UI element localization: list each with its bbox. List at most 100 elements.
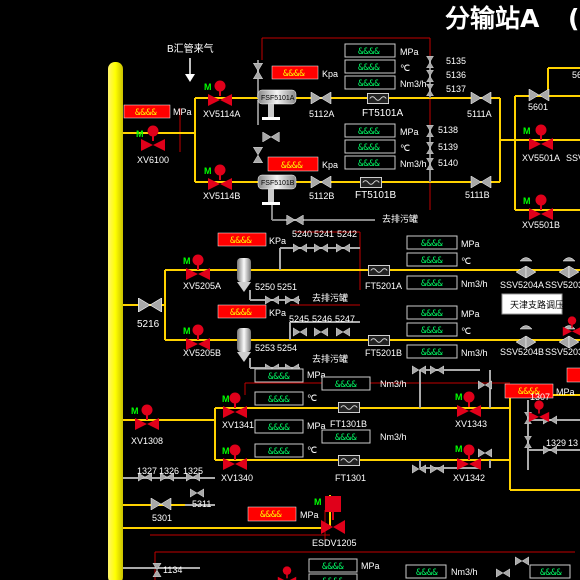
value-b-1: &&&& <box>358 127 380 137</box>
label-ft1301: FT1301 <box>335 473 366 483</box>
unit-5201a-2: ℃ <box>461 256 471 266</box>
label-5247: 5247 <box>335 314 355 324</box>
valve-right-mid[interactable] <box>562 316 580 336</box>
valve-5245[interactable] <box>293 327 307 337</box>
unit-5201b-1: MPa <box>461 309 480 319</box>
valve-bottom-gray-2[interactable] <box>496 568 510 578</box>
valve-drain-b[interactable] <box>286 215 304 225</box>
kpa-value-a: &&&& <box>283 69 305 79</box>
label-56: 56 <box>572 70 580 80</box>
valve-5240[interactable] <box>293 243 307 253</box>
pressure-unit-right: MPa <box>556 387 575 397</box>
flowmeter-ft1301[interactable] <box>338 455 360 466</box>
motor-label-esdv1205: M <box>314 497 322 507</box>
valve-5137[interactable] <box>426 84 434 96</box>
valve-xv6100[interactable] <box>140 125 166 152</box>
main-header-pipe <box>108 62 123 580</box>
value-1340-2: &&&& <box>268 447 290 457</box>
separator-a[interactable] <box>237 258 251 292</box>
valve-5250[interactable] <box>265 295 279 305</box>
valve-5216[interactable] <box>138 298 162 312</box>
motor-label-xv5114a: M <box>204 82 212 92</box>
label-5135: 5135 <box>446 56 466 66</box>
value-1301-flow: &&&& <box>335 433 357 443</box>
value-bottom-4: &&&& <box>540 568 562 578</box>
valve-xv5501b[interactable] <box>528 194 554 221</box>
valve-5111a[interactable] <box>470 92 492 104</box>
tianjin-regulation-button[interactable]: 天津支路调压 <box>501 293 564 315</box>
station-title: 分输站A <box>445 4 540 33</box>
value-a-2: &&&& <box>358 63 380 73</box>
label-xv1343: XV1343 <box>455 419 487 429</box>
flowmeter-ft5201b[interactable] <box>368 335 390 346</box>
valve-drain-a[interactable] <box>262 132 280 142</box>
kpa-unit-5205b: KPa <box>269 308 286 318</box>
label-ssv5203b: SSV5203 <box>545 347 580 357</box>
valve-5247[interactable] <box>336 327 350 337</box>
valve-bottom-red[interactable] <box>277 566 297 580</box>
valve-bottom-gray-1[interactable] <box>515 556 529 566</box>
valve-5140[interactable] <box>426 158 434 170</box>
valve-5135[interactable] <box>426 56 434 68</box>
label-xv5114a: XV5114A <box>203 109 240 119</box>
label-xv5205a: XV5205A <box>183 281 221 291</box>
unit-b-1: MPa <box>400 127 419 137</box>
valve-vent-a[interactable] <box>253 63 263 79</box>
motor-label-xv5501a: M <box>523 126 531 136</box>
valve-1134[interactable] <box>152 563 162 577</box>
valve-5139[interactable] <box>426 142 434 154</box>
label-5245: 5245 <box>289 314 309 324</box>
label-1326: 1326 <box>159 466 179 476</box>
valve-xv5114b[interactable] <box>207 164 233 191</box>
label-13x: 13 <box>568 438 578 448</box>
filter-base-a <box>262 117 280 120</box>
value-5201a-3: &&&& <box>421 279 443 289</box>
drain-label-a: 去排污罐 <box>312 292 348 303</box>
motor-label-xv5501b: M <box>523 196 531 206</box>
valve-5112b[interactable] <box>310 176 332 188</box>
valve-xv5114a[interactable] <box>207 80 233 107</box>
valve-5301[interactable] <box>150 498 172 510</box>
valve-5311[interactable] <box>190 488 204 498</box>
valve-xv5501a[interactable] <box>528 124 554 151</box>
label-ssv5203a: SSV5203 <box>545 280 580 290</box>
motor-label-xv5114b: M <box>204 166 212 176</box>
valve-5246[interactable] <box>314 327 328 337</box>
valve-5251[interactable] <box>285 295 299 305</box>
readout-group-1340: &&&& MPa &&&& ℃ <box>254 419 326 458</box>
valve-right-lower[interactable] <box>528 400 550 422</box>
valve-esdv1205-b[interactable] <box>333 520 345 534</box>
station-title-suffix: ( <box>568 4 579 33</box>
valve-5242[interactable] <box>336 243 350 253</box>
tianjin-regulation-label: 天津支路调压 <box>510 299 564 311</box>
valve-vent-b[interactable] <box>253 147 263 163</box>
value-b-3: &&&& <box>358 159 380 169</box>
separator-b[interactable] <box>237 328 251 362</box>
valve-5138[interactable] <box>426 125 434 137</box>
value-5201a-1: &&&& <box>421 239 443 249</box>
unit-1340-2: ℃ <box>307 445 317 455</box>
label-ssv-top: SSV <box>566 153 580 163</box>
flowmeter-ft5201a[interactable] <box>368 265 390 276</box>
unit-a-2: ℃ <box>400 63 410 73</box>
kpa-value-b: &&&& <box>281 161 303 171</box>
flowmeter-ft1301b[interactable] <box>338 402 360 413</box>
valve-5601[interactable] <box>528 89 550 101</box>
label-xv6100: XV6100 <box>137 155 169 165</box>
kpa-unit-b: Kpa <box>322 160 338 170</box>
valve-5136[interactable] <box>426 70 434 82</box>
valve-5112a[interactable] <box>310 92 332 104</box>
source-label: B汇管来气 <box>167 42 214 55</box>
valve-5111b[interactable] <box>470 176 492 188</box>
label-xv1340: XV1340 <box>221 473 253 483</box>
label-xv1308: XV1308 <box>131 436 163 446</box>
valve-5241[interactable] <box>314 243 328 253</box>
valve-esdv1205[interactable] <box>321 520 333 534</box>
flowmeter-ft5101b[interactable] <box>360 177 382 188</box>
flowmeter-ft5101a[interactable] <box>367 93 389 104</box>
valve-xv1308[interactable] <box>134 404 160 431</box>
kpa-unit-5205a: KPa <box>269 236 286 246</box>
value-5201b-1: &&&& <box>421 309 443 319</box>
label-ssv5204a: SSV5204A <box>500 280 544 290</box>
label-xv1341: XV1341 <box>222 420 254 430</box>
